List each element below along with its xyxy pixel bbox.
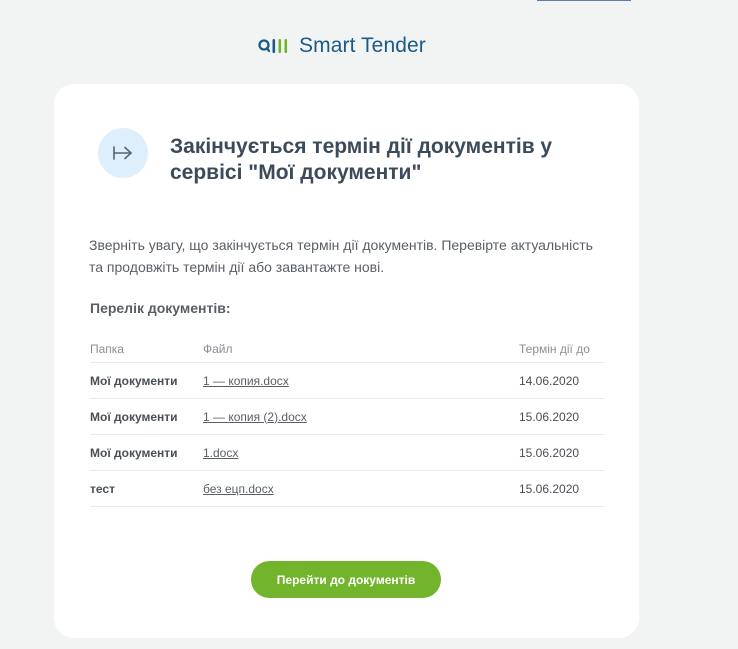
smart-tender-logo-icon <box>258 36 290 56</box>
file-link[interactable]: без ецп.docx <box>203 482 274 496</box>
table-header-row: Папка Файл Термін дії до <box>90 336 604 363</box>
folder-cell: тест <box>90 470 203 507</box>
table-row: Мої документи 1 — копия.docx 14.06.2020 <box>90 362 604 399</box>
expiry-date-cell: 15.06.2020 <box>519 470 604 507</box>
folder-cell: Мої документи <box>90 434 203 471</box>
table-row: Мої документи 1 — копия (2).docx 15.06.2… <box>90 398 604 435</box>
table-row: Мої документи 1.docx 15.06.2020 <box>90 434 604 471</box>
top-tab-edge <box>537 0 631 1</box>
expiry-date-cell: 15.06.2020 <box>519 398 604 435</box>
go-to-documents-button[interactable]: Перейти до документів <box>251 561 441 598</box>
file-link[interactable]: 1 — копия (2).docx <box>203 410 307 424</box>
expiry-date-cell: 14.06.2020 <box>519 362 604 399</box>
file-link[interactable]: 1 — копия.docx <box>203 374 289 388</box>
column-header-file: Файл <box>203 336 519 363</box>
column-header-folder: Папка <box>90 336 203 363</box>
smart-tender-logo: Smart Tender <box>258 34 426 58</box>
intro-text: Зверніть увагу, що закінчується термін д… <box>89 237 593 275</box>
card-title: Закінчується термін дії документів у сер… <box>170 135 553 184</box>
documents-table: Папка Файл Термін дії до Мої документи 1… <box>90 336 604 507</box>
arrow-to-line-right-icon <box>98 128 148 178</box>
notification-card: Закінчується термін дії документів у сер… <box>54 84 639 638</box>
expiry-date-cell: 15.06.2020 <box>519 434 604 471</box>
document-list-title: Перелік документів: <box>90 300 231 316</box>
file-link[interactable]: 1.docx <box>203 446 238 460</box>
folder-cell: Мої документи <box>90 398 203 435</box>
table-row: тест без ецп.docx 15.06.2020 <box>90 470 604 507</box>
folder-cell: Мої документи <box>90 362 203 399</box>
brand-name: Smart Tender <box>299 34 426 57</box>
column-header-expires: Термін дії до <box>519 336 604 363</box>
